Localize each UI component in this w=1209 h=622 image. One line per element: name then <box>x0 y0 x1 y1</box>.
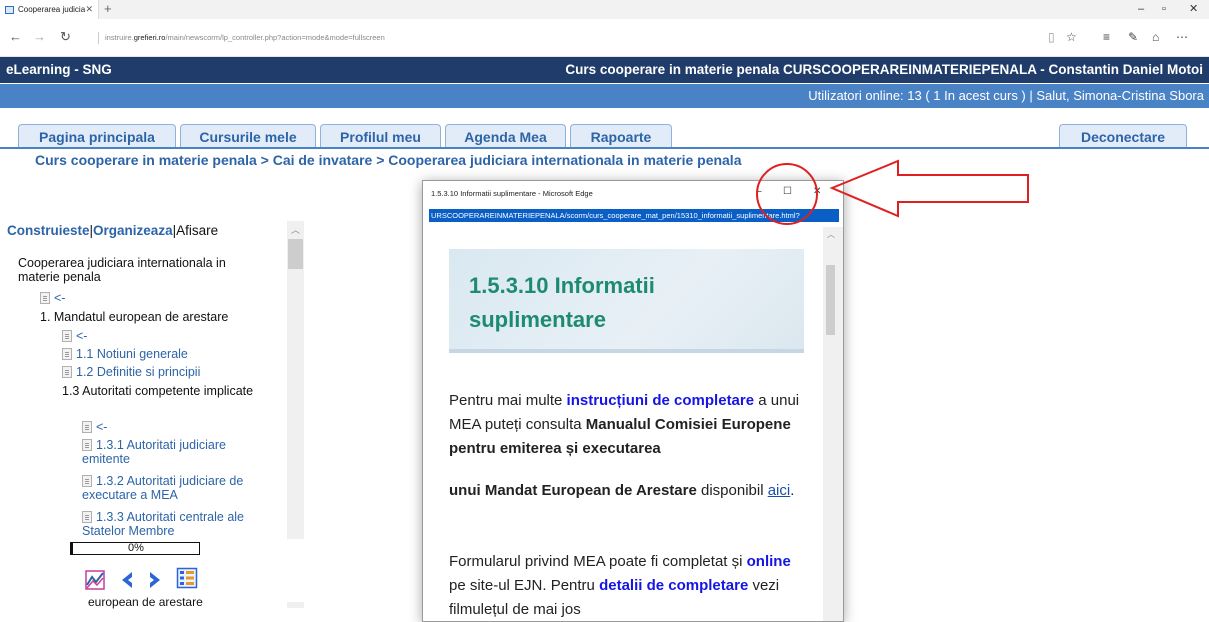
tab-profilul-meu[interactable]: Profilul meu <box>320 124 441 149</box>
tree-item-1-1[interactable]: 1.1 Notiuni generale <box>62 347 188 361</box>
document-icon <box>62 330 72 342</box>
url-field[interactable]: instruire.grefieri.ro/main/newscorm/lp_c… <box>98 32 798 44</box>
maximize-icon[interactable]: ▫ <box>1162 2 1166 16</box>
user-bar: Utilizatori online: 13 ( 1 In acest curs… <box>0 84 1209 108</box>
tab-pagina-principala[interactable]: Pagina principala <box>18 124 176 149</box>
tree-item-back[interactable]: <- <box>82 420 107 434</box>
scroll-up-icon[interactable]: ︿ <box>291 223 300 236</box>
previous-arrow-icon[interactable] <box>118 570 136 590</box>
close-window-icon[interactable]: ✕ <box>1189 2 1198 16</box>
scroll-up-icon[interactable]: ︿ <box>827 229 835 240</box>
table-of-contents-icon[interactable] <box>176 567 198 589</box>
document-icon <box>82 421 92 433</box>
users-online-text: Utilizatori online: 13 ( 1 In acest curs… <box>808 88 1204 103</box>
hub-icon[interactable]: ≡ <box>1103 30 1110 44</box>
browser-tab-title: Cooperarea judiciara int <box>18 5 86 14</box>
document-icon <box>62 348 72 360</box>
logout-button[interactable]: Deconectare <box>1059 124 1187 149</box>
course-tree: Cooperarea judiciara internationala in m… <box>0 248 286 538</box>
construct-link[interactable]: Construieste <box>7 223 90 238</box>
favorite-star-icon[interactable]: ☆ <box>1066 30 1077 44</box>
scrollbar-thumb[interactable] <box>288 239 303 269</box>
stats-chart-icon[interactable] <box>84 569 106 591</box>
favicon-icon <box>5 5 14 14</box>
completion-details-link[interactable]: detalii de completare <box>599 577 748 594</box>
site-header: eLearning - SNG Curs cooperare in materi… <box>0 57 1209 83</box>
here-link[interactable]: aici <box>768 482 791 499</box>
next-arrow-icon[interactable] <box>146 570 164 590</box>
paragraph-1: Pentru mai multe instrucțiuni de complet… <box>449 392 800 457</box>
browser-tab[interactable]: Cooperarea judiciara int ✕ <box>0 0 99 19</box>
reading-view-icon[interactable]: ▯ <box>1048 30 1055 44</box>
document-icon <box>82 475 92 487</box>
learning-path-panel: Construieste|Organizeaza|Afisare Coopera… <box>0 218 305 622</box>
tree-scrollbar[interactable]: ︿ <box>287 221 304 539</box>
annotation-arrow-icon <box>829 159 1029 218</box>
tree-item-1-3-2[interactable]: 1.3.2 Autoritati judiciare de executare … <box>82 474 262 502</box>
tree-item-chapter-1[interactable]: 1. Mandatul european de arestare <box>40 310 228 324</box>
organize-link[interactable]: Organizeaza <box>93 223 173 238</box>
back-icon[interactable]: ← <box>9 30 22 44</box>
close-tab-icon[interactable]: ✕ <box>85 4 93 15</box>
tab-rapoarte[interactable]: Rapoarte <box>570 124 672 149</box>
content-heading: 1.5.3.10 Informatii suplimentare <box>469 273 655 332</box>
address-bar: ← → ↻ instruire.grefieri.ro/main/newscor… <box>0 19 1209 57</box>
popup-content: 1.5.3.10 Informatii suplimentare Pentru … <box>423 227 823 621</box>
tree-item-1-2[interactable]: 1.2 Definitie si principii <box>62 365 200 379</box>
tree-item-1-3[interactable]: 1.3 Autoritati competente implicate <box>62 384 262 398</box>
popup-window: 1.5.3.10 Informatii suplimentare - Micro… <box>422 180 844 622</box>
tree-item-back[interactable]: <- <box>40 291 65 305</box>
truncated-tree-text: european de arestare <box>88 595 203 609</box>
refresh-icon[interactable]: ↻ <box>60 30 71 44</box>
mode-switcher: Construieste|Organizeaza|Afisare <box>7 223 218 238</box>
scrollbar-thumb[interactable] <box>826 265 835 335</box>
minimize-icon[interactable]: – <box>1138 2 1144 16</box>
online-link[interactable]: online <box>747 553 791 570</box>
view-mode-label: Afisare <box>176 223 219 238</box>
tab-cursurile-mele[interactable]: Cursurile mele <box>180 124 316 149</box>
tree-item-back[interactable]: <- <box>62 329 87 343</box>
breadcrumb[interactable]: Curs cooperare in materie penala > Cai d… <box>35 152 742 168</box>
tree-item-1-3-1[interactable]: 1.3.1 Autoritati judiciare emitente <box>82 438 262 466</box>
share-icon[interactable]: ⌂ <box>1152 30 1159 44</box>
popup-title: 1.5.3.10 Informatii suplimentare - Micro… <box>431 189 593 198</box>
paragraph-3: Formularul privind MEA poate fi completa… <box>449 553 791 618</box>
web-note-icon[interactable]: ✎ <box>1128 30 1138 44</box>
tree-item-1-3-3[interactable]: 1.3.3 Autoritati centrale ale Statelor M… <box>82 510 262 538</box>
content-banner: 1.5.3.10 Informatii suplimentare <box>449 249 804 353</box>
tree-item-root[interactable]: Cooperarea judiciara internationala in m… <box>18 256 268 284</box>
scrollbar-fragment <box>287 602 304 608</box>
tab-agenda-mea[interactable]: Agenda Mea <box>445 124 566 149</box>
document-icon <box>82 511 92 523</box>
app-title: eLearning - SNG <box>6 62 112 77</box>
document-icon <box>62 366 72 378</box>
course-header: Curs cooperare in materie penala CURSCOO… <box>565 62 1203 77</box>
instructions-link[interactable]: instrucțiuni de completare <box>567 392 755 409</box>
progress-bar: 0% <box>70 542 200 555</box>
popup-scrollbar[interactable]: ︿ <box>823 227 843 621</box>
document-icon <box>82 439 92 451</box>
new-tab-icon[interactable]: + <box>104 1 112 17</box>
document-icon <box>40 292 50 304</box>
forward-icon[interactable]: → <box>33 30 46 44</box>
tab-underline <box>0 147 1209 149</box>
browser-tab-bar: Cooperarea judiciara int ✕ + – ▫ ✕ <box>0 0 1209 19</box>
paragraph-2: unui Mandat European de Arestare disponi… <box>449 482 795 499</box>
more-icon[interactable]: ⋯ <box>1176 30 1188 44</box>
annotation-circle <box>756 163 818 225</box>
